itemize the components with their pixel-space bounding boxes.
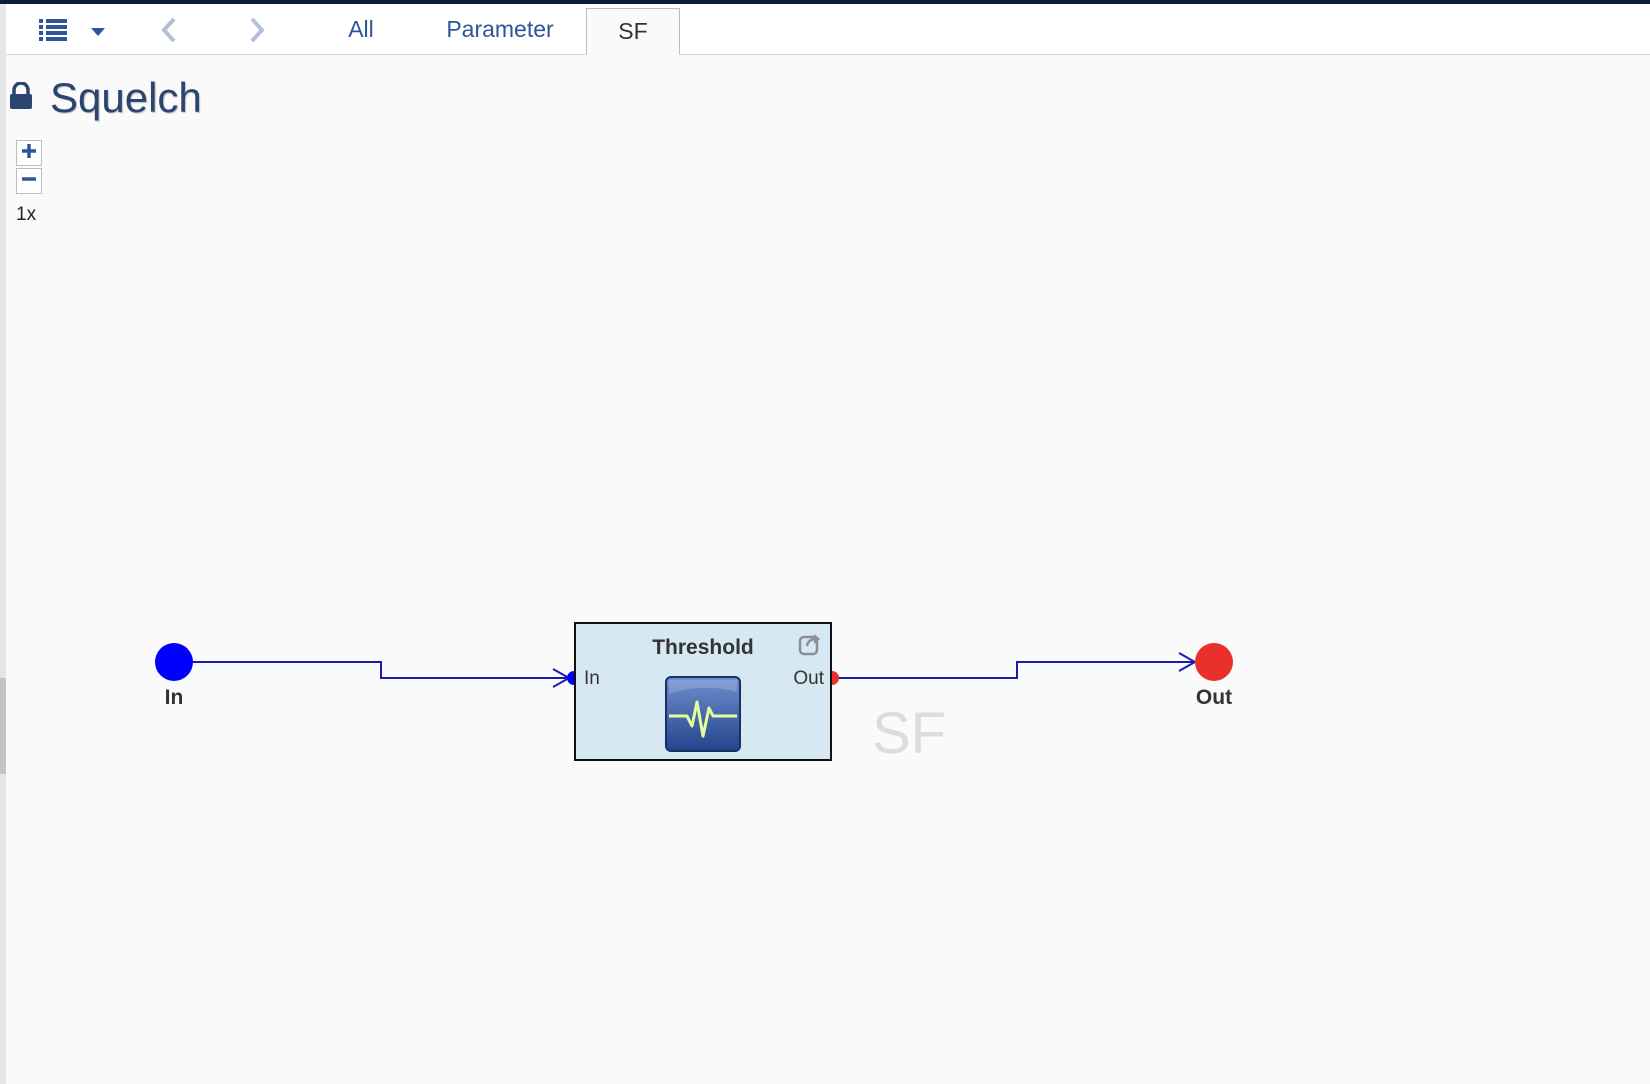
- block-title: Threshold: [652, 636, 754, 659]
- input-node-label: In: [164, 686, 184, 709]
- open-external-icon[interactable]: [798, 632, 822, 656]
- diagram-canvas[interactable]: [0, 0, 1650, 1084]
- input-wire: [193, 661, 568, 679]
- output-node: [1195, 643, 1233, 681]
- waveform-icon: [665, 676, 741, 752]
- block-output-port-label: Out: [793, 668, 824, 689]
- output-node-label: Out: [1195, 686, 1233, 709]
- input-node: [155, 643, 193, 681]
- subsystem-watermark: SF: [872, 701, 947, 766]
- block-input-port-label: In: [584, 668, 600, 689]
- threshold-block[interactable]: Threshold In Out: [574, 622, 832, 761]
- output-wire: [836, 661, 1194, 679]
